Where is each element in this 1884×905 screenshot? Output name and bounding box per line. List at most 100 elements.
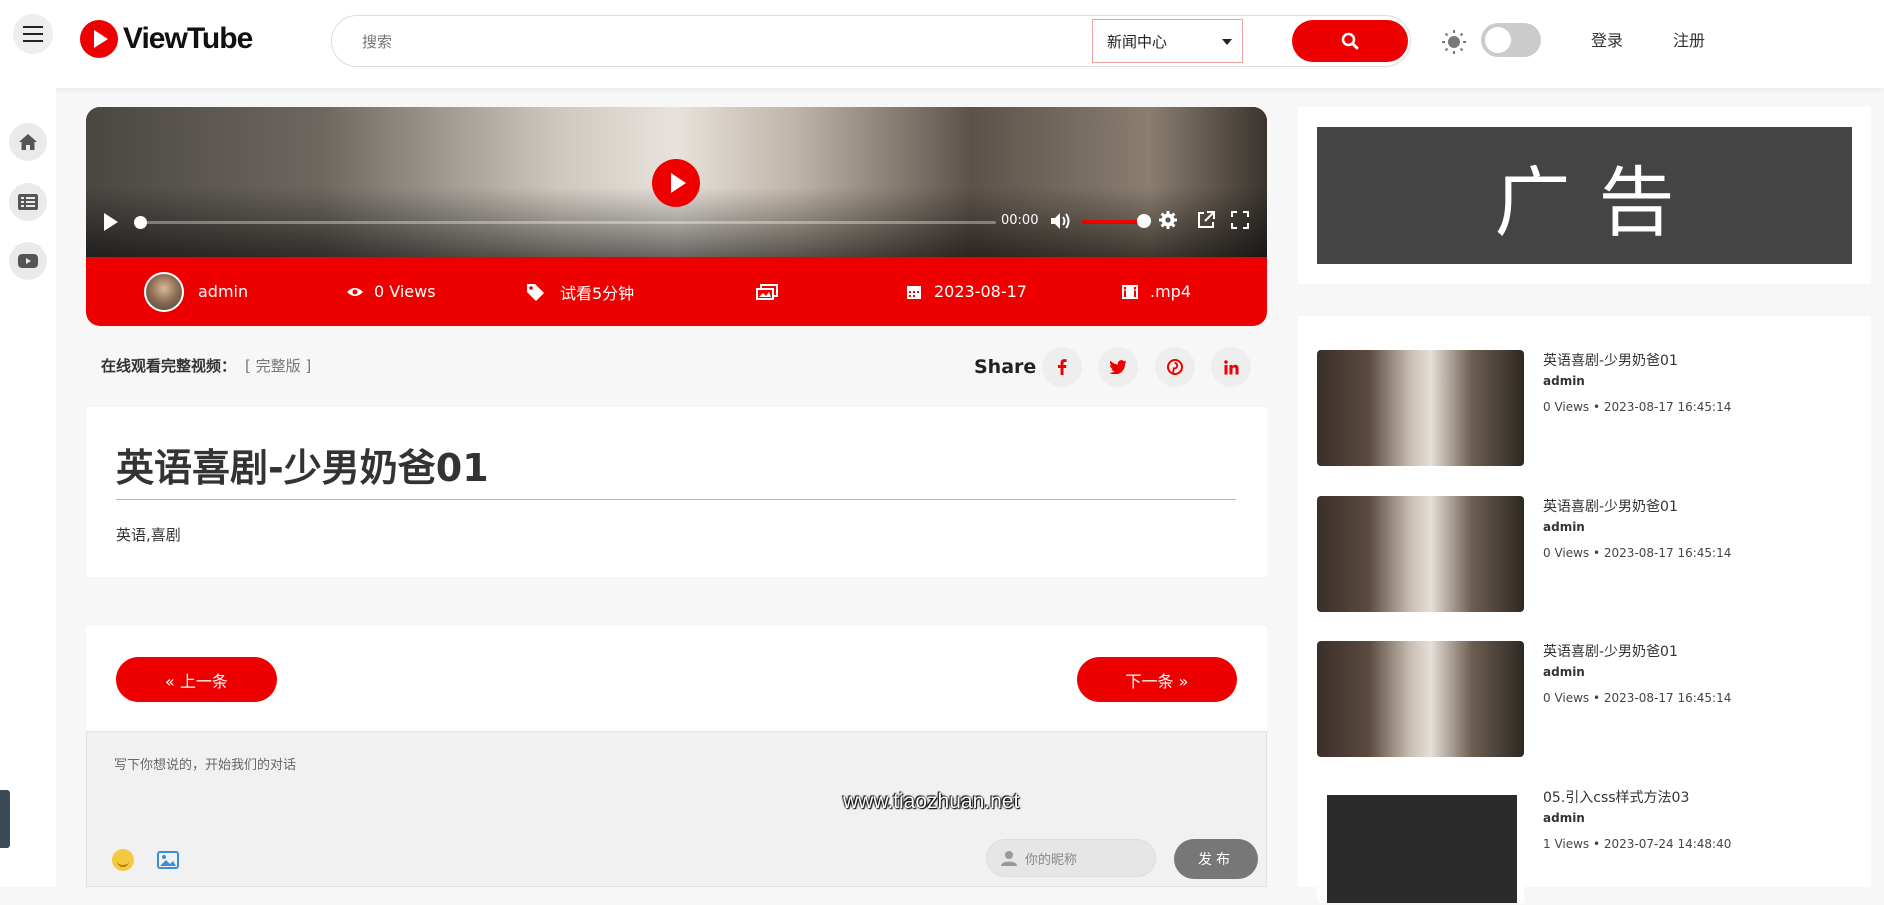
search-category-select[interactable]: 新闻中心 — [1092, 19, 1243, 63]
ad-card: 广告 — [1298, 107, 1871, 284]
related-videos: 英语喜剧-少男奶爸01 admin 0 Views • 2023-08-17 1… — [1298, 316, 1871, 903]
image-upload-icon[interactable] — [157, 850, 179, 870]
pager-card: « 上一条 下一条 » — [86, 626, 1267, 731]
chevron-down-icon — [1222, 39, 1232, 45]
volume-icon[interactable] — [1050, 211, 1072, 231]
search-icon — [1341, 32, 1359, 50]
popout-icon[interactable] — [1196, 210, 1216, 230]
search-bar: 新闻中心 — [331, 15, 1411, 67]
search-input[interactable] — [362, 28, 1062, 56]
dark-mode-toggle[interactable] — [1481, 23, 1541, 57]
title-divider — [116, 499, 1236, 500]
related-title[interactable]: 05.引入css样式方法03 — [1543, 787, 1689, 807]
views-meta: 0 Views — [346, 257, 436, 326]
related-meta: 0 Views • 2023-08-17 16:45:14 — [1543, 691, 1732, 705]
register-link[interactable]: 注册 — [1673, 27, 1705, 51]
big-play-button[interactable] — [652, 159, 700, 207]
share-facebook-button[interactable] — [1042, 347, 1082, 387]
share-label: Share — [974, 356, 1037, 378]
hamburger-icon — [23, 26, 43, 42]
emoji-icon[interactable] — [112, 849, 134, 871]
logo[interactable]: ViewTube — [80, 20, 253, 58]
volume-knob[interactable] — [1137, 214, 1151, 228]
format-meta: .mp4 — [1122, 257, 1191, 326]
author-name: admin — [198, 282, 249, 301]
related-title[interactable]: 英语喜剧-少男奶爸01 — [1543, 641, 1678, 661]
search-button[interactable] — [1292, 20, 1408, 62]
list-icon — [18, 194, 38, 210]
images-icon — [756, 283, 778, 300]
watch-full-link[interactable]: [ 完整版 ] — [245, 355, 311, 376]
list-item[interactable]: 英语喜剧-少男奶爸01 admin 0 Views • 2023-08-17 1… — [1317, 350, 1857, 468]
linkedin-icon — [1223, 359, 1238, 374]
video-player: 00:00 admin 0 Views 试看5分钟 2023-08-17 .mp… — [86, 107, 1267, 326]
ad-banner[interactable]: 广告 — [1317, 127, 1852, 264]
sun-icon — [1442, 30, 1466, 54]
rail-home-button[interactable] — [9, 123, 47, 161]
related-meta: 0 Views • 2023-08-17 16:45:14 — [1543, 400, 1732, 414]
related-meta: 1 Views • 2023-07-24 14:48:40 — [1543, 837, 1732, 851]
time-display: 00:00 — [1001, 213, 1039, 228]
volume-bar[interactable] — [1082, 220, 1144, 224]
post-button[interactable]: 发布 — [1174, 839, 1258, 879]
comment-textarea[interactable]: 写下你想说的，开始我们的对话 — [114, 754, 296, 773]
related-author: admin — [1543, 374, 1585, 388]
related-meta: 0 Views • 2023-08-17 16:45:14 — [1543, 546, 1732, 560]
progress-bar[interactable] — [134, 216, 996, 229]
search-category-value: 新闻中心 — [1107, 32, 1168, 51]
rail-list-button[interactable] — [9, 183, 47, 221]
share-pinterest-button[interactable] — [1155, 347, 1195, 387]
date-text: 2023-08-17 — [934, 282, 1027, 301]
article-card: 英语喜剧-少男奶爸01 英语,喜剧 — [86, 407, 1267, 577]
article-tags[interactable]: 英语,喜剧 — [116, 524, 181, 545]
video-thumbnail[interactable] — [1317, 496, 1524, 612]
fullscreen-icon[interactable] — [1230, 210, 1250, 230]
play-icon[interactable] — [104, 213, 118, 231]
eye-icon — [347, 287, 363, 296]
share-linkedin-button[interactable] — [1211, 347, 1251, 387]
film-icon — [1122, 284, 1138, 299]
nickname-input[interactable]: 你的昵称 — [986, 839, 1156, 877]
trial-meta: 试看5分钟 — [526, 257, 634, 326]
twitter-icon — [1109, 360, 1127, 374]
gallery-meta — [756, 257, 778, 326]
rail-video-button[interactable] — [9, 242, 47, 280]
play-logo-icon — [80, 20, 118, 58]
video-thumbnail[interactable] — [1317, 641, 1524, 757]
video-thumbnail[interactable] — [1317, 787, 1524, 903]
pinterest-icon — [1167, 359, 1183, 375]
video-thumbnail[interactable] — [1317, 350, 1524, 466]
related-title[interactable]: 英语喜剧-少男奶爸01 — [1543, 350, 1678, 370]
date-meta: 2023-08-17 — [906, 257, 1027, 326]
menu-toggle-button[interactable] — [13, 14, 53, 54]
home-icon — [19, 134, 37, 150]
progress-knob[interactable] — [134, 216, 147, 229]
avatar — [144, 271, 184, 312]
settings-icon[interactable] — [1158, 210, 1178, 230]
page-title: 英语喜剧-少男奶爸01 — [116, 446, 489, 490]
top-header: ViewTube 新闻中心 登录 注册 — [0, 0, 1884, 88]
related-author: admin — [1543, 811, 1585, 825]
facebook-icon — [1058, 359, 1067, 375]
video-meta-row: admin 0 Views 试看5分钟 2023-08-17 .mp4 — [86, 257, 1267, 326]
list-item[interactable]: 英语喜剧-少男奶爸01 admin 0 Views • 2023-08-17 1… — [1317, 641, 1857, 759]
list-item[interactable]: 05.引入css样式方法03 admin 1 Views • 2023-07-2… — [1317, 787, 1857, 905]
watch-full-label: 在线观看完整视频： — [101, 357, 237, 375]
side-panel-handle[interactable] — [0, 790, 10, 848]
video-frame[interactable]: 00:00 — [86, 107, 1267, 257]
login-link[interactable]: 登录 — [1591, 27, 1623, 51]
logo-text: ViewTube — [123, 22, 253, 55]
views-count: 0 Views — [374, 282, 436, 301]
prev-button[interactable]: « 上一条 — [116, 657, 277, 702]
related-author: admin — [1543, 520, 1585, 534]
nickname-placeholder: 你的昵称 — [1025, 852, 1078, 868]
tag-icon — [527, 283, 544, 301]
left-rail — [0, 88, 56, 887]
next-button[interactable]: 下一条 » — [1077, 657, 1237, 702]
list-item[interactable]: 英语喜剧-少男奶爸01 admin 0 Views • 2023-08-17 1… — [1317, 496, 1857, 614]
related-title[interactable]: 英语喜剧-少男奶爸01 — [1543, 496, 1678, 516]
comment-box: 写下你想说的，开始我们的对话 www.tiaozhuan.net 你的昵称 发布 — [86, 731, 1267, 887]
author-meta[interactable]: admin — [144, 257, 248, 326]
share-twitter-button[interactable] — [1098, 347, 1138, 387]
user-icon — [1001, 851, 1017, 866]
